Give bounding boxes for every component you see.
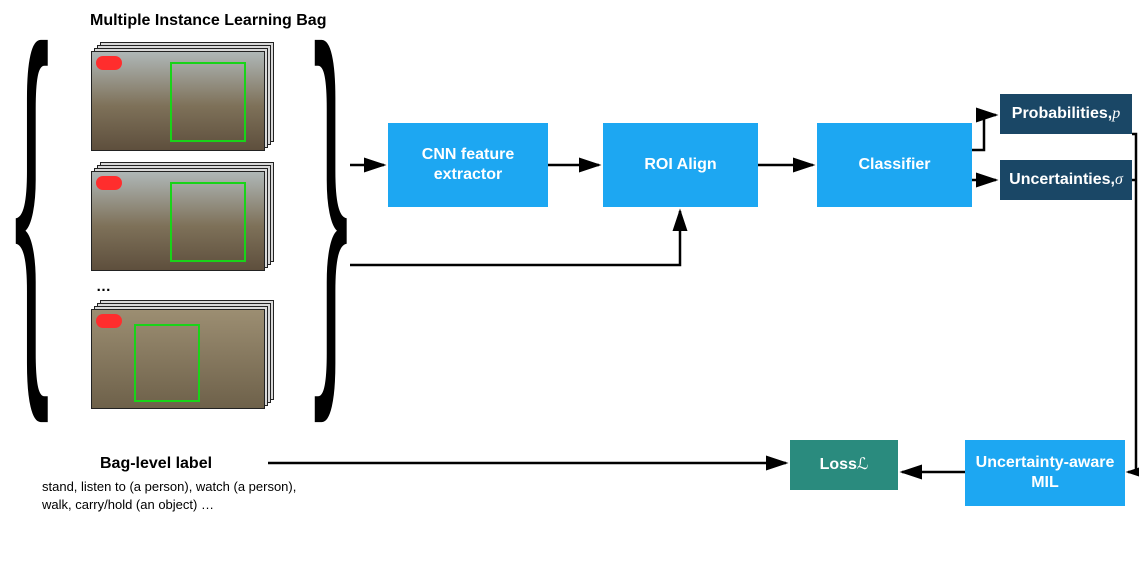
brace-right-icon: } [313,0,349,400]
cnn-feature-extractor-block: CNN feature extractor [388,123,548,207]
person-bbox [170,62,246,142]
classifier-block: Classifier [817,123,972,207]
instance-frame-stack-1 [92,42,274,150]
roi-align-block: ROI Align [603,123,758,207]
brace-left-icon: { [14,0,50,400]
person-bbox [170,182,246,262]
uncertainties-output-block: Uncertainties, σ [1000,160,1132,200]
channel-logo-icon [96,314,122,328]
instance-frame-stack-2 [92,162,274,270]
uncertainty-aware-mil-block: Uncertainty-aware MIL [965,440,1125,506]
loss-block: Loss ℒ [790,440,898,490]
diagram-title: Multiple Instance Learning Bag [90,12,326,30]
bag-level-label-title: Bag-level label [100,455,212,473]
instance-frame-stack-n [92,300,274,408]
bag-level-label-actions: stand, listen to (a person), watch (a pe… [42,478,362,513]
channel-logo-icon [96,176,122,190]
channel-logo-icon [96,56,122,70]
ellipsis: … [96,278,111,295]
person-bbox [134,324,200,402]
probabilities-output-block: Probabilities, p [1000,94,1132,134]
